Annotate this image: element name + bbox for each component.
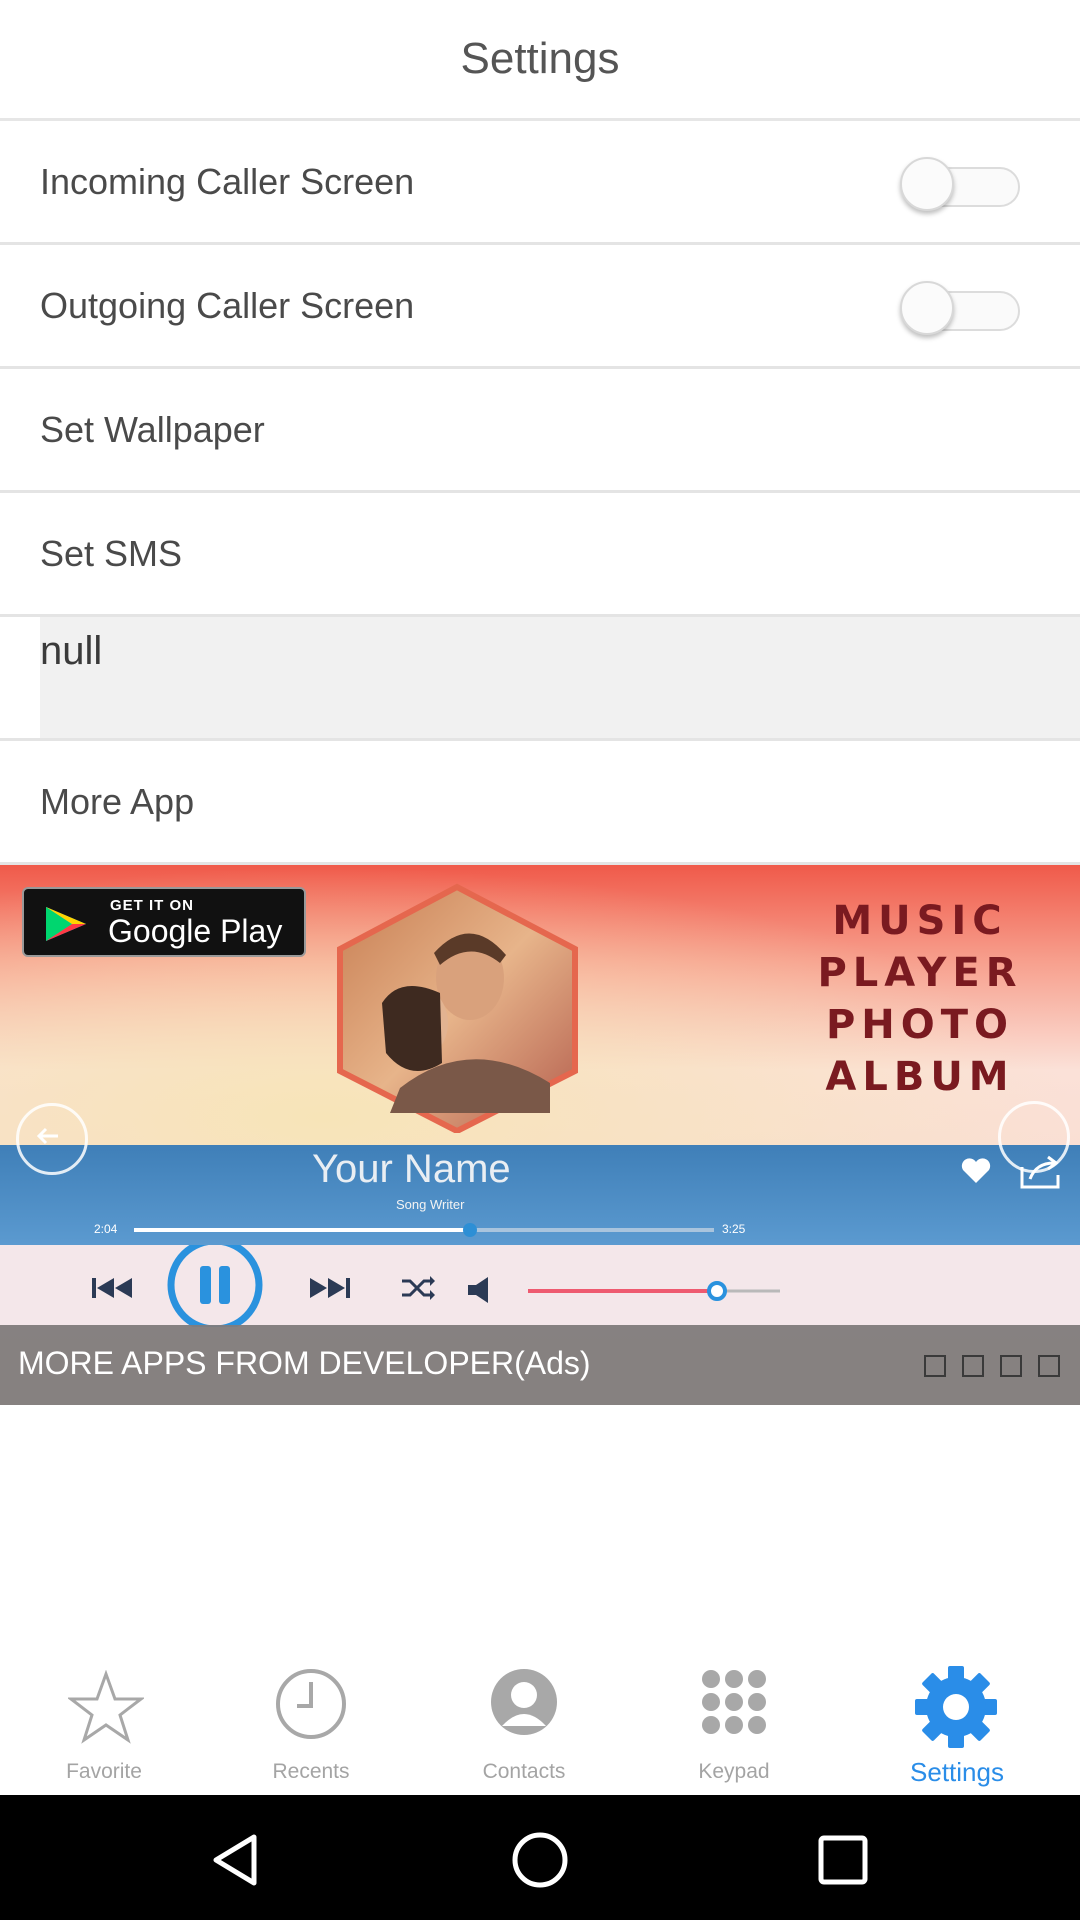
tab-settings[interactable]: Settings [857, 1650, 1057, 1795]
volume-slider [528, 1281, 780, 1301]
sms-text-value: null [40, 629, 103, 673]
more-apps-bar[interactable]: MORE APPS FROM DEVELOPER(Ads) [0, 1325, 1080, 1405]
google-play-icon [46, 907, 86, 941]
ad-title: MUSIC PLAYER PHOTO ALBUM [790, 895, 1050, 1103]
sms-text-field-row[interactable]: null [0, 617, 1080, 741]
set-sms-row[interactable]: Set SMS [0, 493, 1080, 617]
volume-knob [707, 1281, 727, 1301]
set-sms-label: Set SMS [40, 533, 183, 574]
ad-title-line: MUSIC [832, 898, 1008, 944]
more-apps-text: MORE APPS FROM DEVELOPER(Ads) [18, 1345, 591, 1381]
page-indicator-dot[interactable] [924, 1355, 946, 1377]
song-title: Your Name [312, 1147, 511, 1191]
couple-photo-hexagon [337, 883, 578, 1133]
previous-icon [92, 1278, 132, 1298]
page-title: Settings [460, 34, 620, 83]
ad-title-line: PLAYER [817, 950, 1023, 996]
google-play-badge[interactable]: GET IT ON Google Play [22, 887, 306, 957]
progress-fill [134, 1228, 471, 1232]
ad-title-line: ALBUM [825, 1054, 1015, 1100]
bottom-tab-bar: Favorite Recents Contacts Keypad Setting… [0, 1650, 1080, 1795]
outgoing-caller-screen-row[interactable]: Outgoing Caller Screen [0, 245, 1080, 369]
incoming-caller-screen-toggle[interactable] [900, 155, 1026, 211]
gear-icon [915, 1666, 997, 1748]
tab-recents[interactable]: Recents [211, 1650, 411, 1795]
song-writer: Song Writer [396, 1197, 465, 1212]
page-indicator-dot[interactable] [1038, 1355, 1060, 1377]
home-icon[interactable] [505, 1825, 575, 1895]
incoming-caller-screen-row[interactable]: Incoming Caller Screen [0, 121, 1080, 245]
more-app-label: More App [40, 781, 195, 822]
tab-contacts[interactable]: Contacts [424, 1650, 624, 1795]
system-navigation-bar [0, 1795, 1080, 1920]
star-icon [68, 1670, 144, 1744]
overview-icon[interactable] [808, 1825, 878, 1895]
tab-settings-label: Settings [910, 1757, 1004, 1787]
set-wallpaper-row[interactable]: Set Wallpaper [0, 369, 1080, 493]
tab-recents-label: Recents [272, 1760, 350, 1783]
more-app-row[interactable]: More App [0, 741, 1080, 865]
player-controls [0, 1245, 1080, 1327]
tab-keypad-label: Keypad [698, 1760, 770, 1783]
volume-icon [468, 1277, 488, 1303]
tab-favorite[interactable]: Favorite [4, 1650, 204, 1795]
page-indicator-dot[interactable] [1000, 1355, 1022, 1377]
tab-contacts-label: Contacts [482, 1760, 566, 1783]
tab-favorite-label: Favorite [66, 1760, 142, 1783]
back-icon[interactable] [200, 1825, 270, 1895]
badge-small-text: GET IT ON [110, 897, 194, 914]
outgoing-caller-screen-toggle[interactable] [900, 279, 1026, 335]
toggle-thumb [900, 281, 954, 335]
keypad-icon [702, 1670, 766, 1734]
badge-store-text: Google Play [108, 913, 283, 949]
settings-header: Settings [0, 0, 1080, 121]
player-back-icon [16, 1103, 88, 1175]
tab-keypad[interactable]: Keypad [634, 1650, 834, 1795]
heart-icon [961, 1158, 991, 1183]
toggle-thumb [900, 157, 954, 211]
share-icon [1020, 1155, 1060, 1189]
time-total: 3:25 [722, 1222, 746, 1236]
pause-icon [167, 1245, 263, 1327]
song-progress-bar [134, 1223, 714, 1237]
sms-text-field[interactable] [40, 617, 1080, 738]
outgoing-caller-screen-label: Outgoing Caller Screen [40, 285, 415, 326]
ad-page-indicator [924, 1355, 1060, 1377]
next-icon [310, 1278, 350, 1298]
incoming-caller-screen-label: Incoming Caller Screen [40, 161, 415, 202]
time-elapsed: 2:04 [94, 1222, 118, 1236]
ad-banner[interactable]: GET IT ON Google Play MUSIC PLAYER PHOTO… [0, 865, 1080, 1405]
clock-icon [276, 1669, 346, 1739]
page-indicator-dot[interactable] [962, 1355, 984, 1377]
set-wallpaper-label: Set Wallpaper [40, 409, 265, 450]
shuffle-icon [402, 1276, 435, 1300]
ad-title-line: PHOTO [825, 1002, 1015, 1048]
person-icon [491, 1669, 557, 1735]
